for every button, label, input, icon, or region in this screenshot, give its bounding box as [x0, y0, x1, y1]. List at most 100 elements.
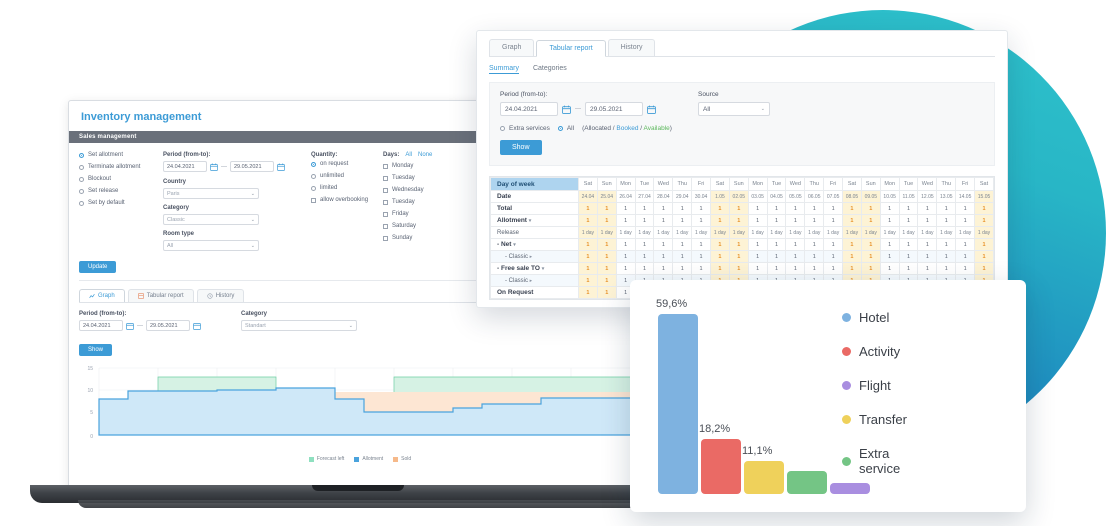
calendar-icon[interactable] — [562, 105, 571, 114]
legend-dot — [842, 347, 851, 356]
table-cell: 1 — [653, 250, 674, 263]
report-period-field: Period (from-to): 24.04.2021 — 29.05.202… — [500, 91, 656, 116]
table-cell: 1 — [785, 202, 806, 215]
calendar-icon[interactable] — [277, 163, 285, 171]
table-cell: 1 — [578, 238, 598, 251]
radio-set-by-default[interactable]: Set by default — [79, 200, 163, 206]
checkbox-allow-overbooking[interactable]: allow overbooking — [311, 197, 383, 203]
report-source-select[interactable]: All ⌄ — [698, 102, 770, 116]
table-cell: 1 — [596, 214, 617, 227]
tab-history[interactable]: History — [607, 39, 656, 56]
checkbox-day-sunday[interactable]: Sunday — [383, 235, 469, 241]
table-row: - Classic ▸1111111111111111111111 — [490, 250, 994, 263]
table-cell: 1 — [823, 250, 844, 263]
report-date-from-input[interactable]: 24.04.2021 — [500, 102, 558, 116]
calendar-icon[interactable] — [193, 322, 201, 330]
table-cell: 1 — [672, 238, 693, 251]
table-cell: 1 — [728, 214, 749, 227]
radio-icon — [311, 161, 316, 167]
tab-graph[interactable]: Graph — [489, 39, 535, 56]
days-none-link[interactable]: None — [418, 152, 432, 158]
table-cell: 1 — [785, 214, 806, 227]
radio-blockout[interactable]: Blockout — [79, 176, 163, 182]
screenshot-root: Inventory management Sales management Se… — [0, 0, 1118, 526]
report-date-to-input[interactable]: 29.05.2021 — [585, 102, 643, 116]
chevron-down-icon: ⌄ — [250, 190, 255, 197]
checkbox-day-thursday[interactable]: Tuesday — [383, 199, 469, 205]
graph-date-from-input[interactable]: 24.04.2021 — [79, 320, 123, 331]
calendar-icon[interactable] — [126, 322, 134, 330]
radio-icon — [79, 200, 84, 206]
update-button[interactable]: Update — [79, 261, 117, 273]
checkbox-icon — [383, 199, 388, 205]
country-select[interactable]: Paris ⌄ — [163, 188, 259, 199]
tab-graph[interactable]: Graph — [79, 289, 125, 302]
days-all-link[interactable]: All — [405, 152, 412, 158]
radio-icon — [311, 185, 316, 191]
row-label: Release — [490, 226, 579, 239]
legend-swatch — [308, 456, 314, 462]
radio-set-allotment[interactable]: Set allotment — [79, 152, 163, 158]
table-row: - Free sale TO ▾ 1 1 1 1 1 1 1 1 1 1 1 1 1 1 1 1 1 1 1 1 1 1 — [490, 262, 994, 275]
legend-dot — [842, 415, 851, 424]
roomtype-select[interactable]: All ⌄ — [163, 240, 259, 251]
table-cell: 1 — [596, 262, 617, 275]
legend-label: Transfer — [859, 412, 907, 427]
checkbox-day-tuesday[interactable]: Tuesday — [383, 175, 469, 181]
weekday-header: Thu — [936, 177, 957, 191]
tab-tabular-report[interactable]: Tabular report — [127, 289, 194, 302]
legend-column-right: Transfer Extra service — [842, 412, 934, 495]
legend-booked: Booked — [616, 125, 639, 132]
tab-tabular-report[interactable]: Tabular report — [536, 40, 606, 57]
radio-icon — [79, 164, 84, 170]
report-show-button[interactable]: Show — [500, 140, 542, 155]
table-cell: 1 — [860, 250, 881, 263]
table-cell: 1 — [578, 262, 598, 275]
radio-all[interactable]: All — [557, 125, 574, 132]
graph-show-button[interactable]: Show — [79, 344, 113, 356]
sublink-categories[interactable]: Categories — [533, 65, 567, 74]
sublink-summary[interactable]: Summary — [489, 65, 519, 74]
report-source-field: Source All ⌄ — [698, 91, 770, 116]
bar-chart-legend: Hotel Activity Flight Transfer Extra ser… — [842, 310, 1022, 495]
table-cell: 1 — [691, 262, 712, 275]
checkbox-day-monday[interactable]: Monday — [383, 163, 469, 169]
checkbox-icon — [383, 211, 388, 217]
weekday-header: Sat — [578, 177, 598, 191]
table-cell: 1 — [615, 238, 636, 251]
legend-available: Available — [643, 125, 670, 132]
radio-unlimited[interactable]: unlimited — [311, 173, 383, 179]
table-cell: 1 — [672, 202, 693, 215]
radio-on-request[interactable]: on request — [311, 161, 383, 167]
table-cell: 1 — [823, 262, 844, 275]
checkbox-day-wednesday[interactable]: Wednesday — [383, 187, 469, 193]
table-cell: 1 — [766, 214, 787, 227]
table-cell: 30.04 — [691, 190, 712, 203]
table-cell: 1 — [672, 214, 693, 227]
table-cell: 1 — [634, 214, 655, 227]
checkbox-label: allow overbooking — [320, 197, 369, 203]
checkbox-day-friday[interactable]: Friday — [383, 211, 469, 217]
table-cell: 1 — [615, 262, 636, 275]
roomtype-label: Room type — [163, 231, 195, 237]
roomtype-value: All — [167, 242, 174, 249]
category-select[interactable]: Classic ⌄ — [163, 214, 259, 225]
radio-terminate-allotment[interactable]: Terminate allotment — [79, 164, 163, 170]
graph-category-select[interactable]: Standart ⌄ — [241, 320, 357, 331]
tab-history[interactable]: History — [196, 289, 245, 302]
calendar-icon[interactable] — [210, 163, 218, 171]
row-label: Total — [490, 202, 579, 215]
checkbox-day-saturday[interactable]: Saturday — [383, 223, 469, 229]
radio-set-release[interactable]: Set release — [79, 188, 163, 194]
period-date-range: 24.04.2021 — 29.05.2021 — [163, 161, 311, 172]
calendar-icon[interactable] — [647, 105, 656, 114]
radio-limited[interactable]: limited — [311, 185, 383, 191]
table-cell: 1 — [917, 250, 938, 263]
table-cell: 1 — [823, 202, 844, 215]
graph-date-to-input[interactable]: 29.05.2021 — [146, 320, 190, 331]
date-to-input[interactable]: 29.05.2021 — [230, 161, 274, 172]
checkbox-label: Sunday — [392, 235, 413, 241]
radio-label: Terminate allotment — [88, 164, 141, 170]
date-from-input[interactable]: 24.04.2021 — [163, 161, 207, 172]
radio-extra-services[interactable]: Extra services — [500, 125, 550, 132]
